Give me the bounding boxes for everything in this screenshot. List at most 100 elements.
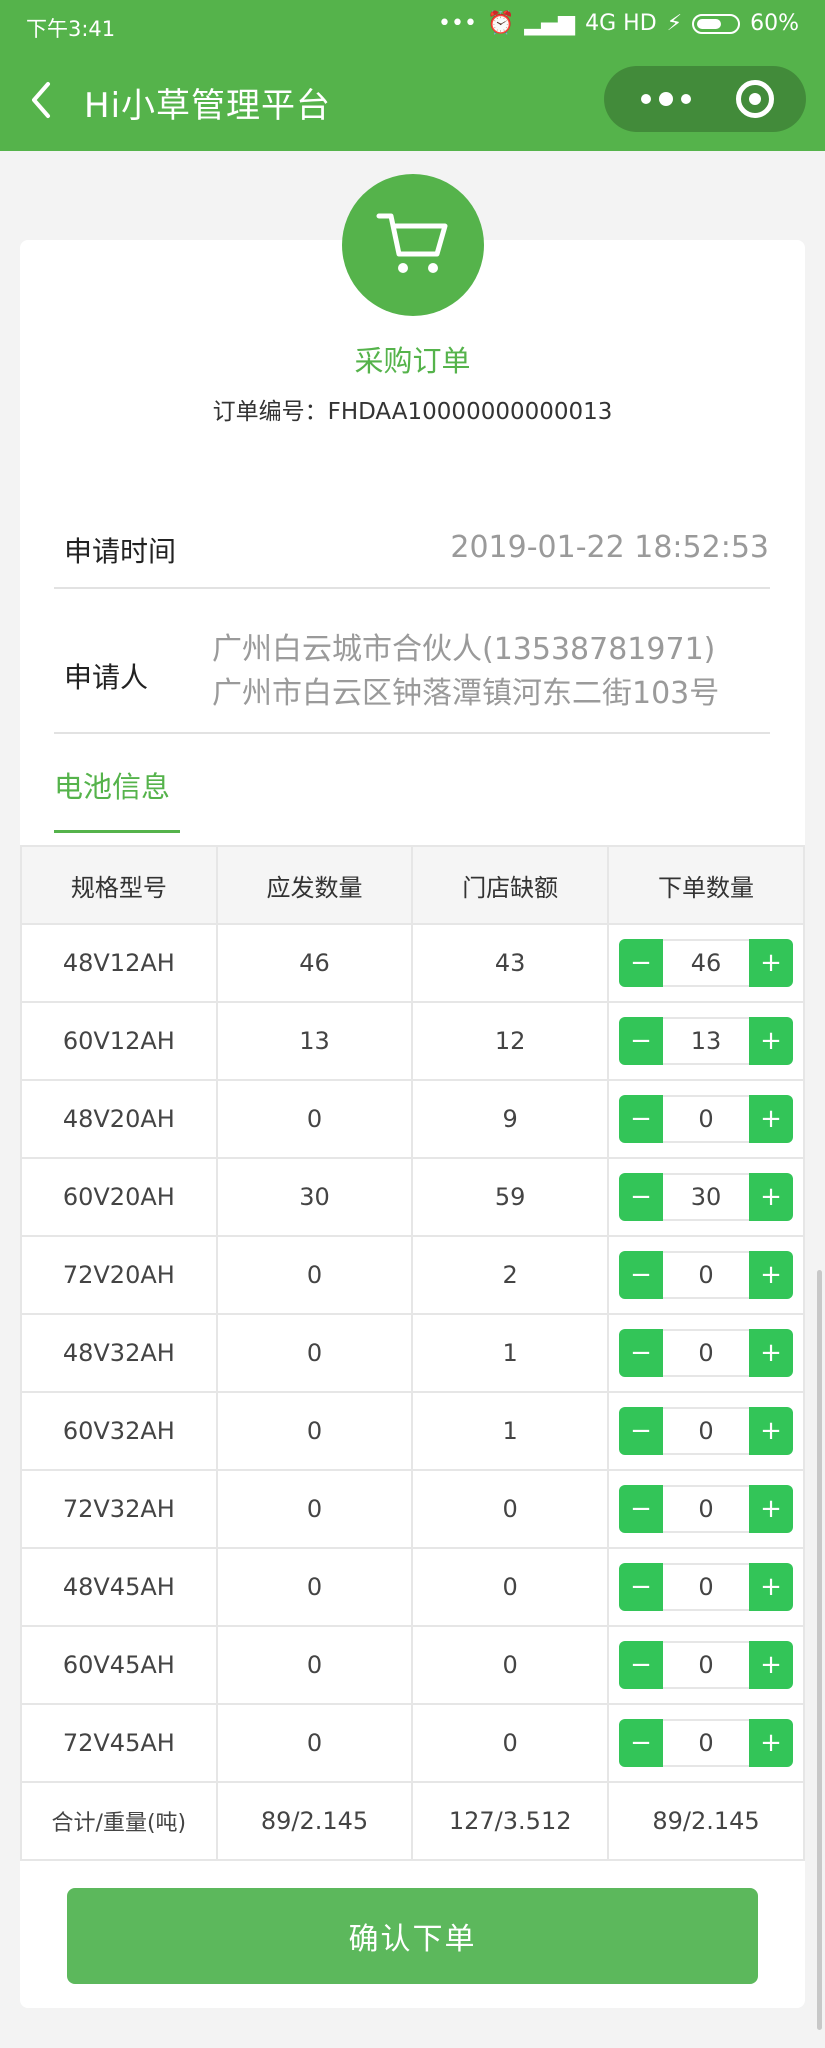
table-row: 60V12AH 13 12−13 + [20,1001,805,1081]
ship-qty-cell: 0 [215,1391,414,1471]
order-title: 采购订单 [354,344,471,378]
decrement-button[interactable]: − [619,1719,664,1767]
order-qty-cell: −0 + [607,1703,805,1783]
quantity-input[interactable]: 0 [663,1407,750,1455]
ship-qty-cell: 46 [215,923,414,1003]
decrement-button[interactable]: − [619,1329,664,1377]
order-qty-cell: −0 + [607,1079,805,1159]
decrement-button[interactable]: − [619,1017,664,1065]
shopping-cart-icon [376,213,448,273]
store-shortage-cell: 0 [411,1469,610,1549]
increment-button[interactable]: + [749,1329,794,1377]
increment-button[interactable]: + [749,1719,794,1767]
store-shortage-cell: 43 [411,923,610,1003]
signal-icon: ▂▄▆ [524,11,576,36]
ship-qty-cell: 0 [215,1625,414,1705]
model-cell: 48V12AH [20,923,218,1003]
decrement-button[interactable]: − [619,1251,664,1299]
increment-button[interactable]: + [749,1173,794,1221]
confirm-order-button[interactable]: 确认下单 [67,1888,758,1984]
ship-qty-cell: 0 [215,1079,414,1159]
decrement-button[interactable]: − [619,939,664,987]
table-total-row: 合计/重量(吨) 89/2.145 127/3.512 89/2.145 [20,1781,805,1861]
status-bar: 下午3:41 ••• ⏰ ▂▄▆ 4G HD ⚡ 60% [0,0,825,50]
ship-qty-cell: 0 [215,1313,414,1393]
increment-button[interactable]: + [749,1017,794,1065]
table-body: 48V12AH 46 43−46 +60V12AH 13 12−13 +48V20AH 0 9−… [20,923,805,1783]
table-row: 48V32AH 0 1−0 + [20,1313,805,1393]
increment-button[interactable]: + [749,1095,794,1143]
close-miniprogram-icon[interactable] [736,80,774,118]
decrement-button[interactable]: − [619,1485,664,1533]
nav-title: Hi小草管理平台 [84,86,332,126]
order-qty-cell: −13 + [607,1001,805,1081]
order-qty-cell: −0 + [607,1625,805,1705]
quantity-input[interactable]: 0 [663,1329,750,1377]
apply-time-value: 2019-01-22 18:52:53 [450,530,769,565]
store-shortage-cell: 1 [411,1313,610,1393]
applicant-name-phone: 广州白云城市合伙人(13538781971) [212,632,716,667]
table-header-row: 规格型号 应发数量 门店缺额 下单数量 [20,845,805,925]
model-cell: 60V32AH [20,1391,218,1471]
increment-button[interactable]: + [749,1641,794,1689]
decrement-button[interactable]: − [619,1095,664,1143]
order-qty-cell: −0 + [607,1235,805,1315]
quantity-input[interactable]: 0 [663,1095,750,1143]
quantity-input[interactable]: 0 [663,1485,750,1533]
increment-button[interactable]: + [749,1485,794,1533]
divider [54,732,770,734]
ship-qty-cell: 0 [215,1703,414,1783]
quantity-input[interactable]: 13 [663,1017,750,1065]
decrement-button[interactable]: − [619,1407,664,1455]
quantity-stepper: −0 + [609,1095,803,1143]
table-row: 60V20AH 30 59−30 + [20,1157,805,1237]
decrement-button[interactable]: − [619,1641,664,1689]
order-qty-cell: −0 + [607,1313,805,1393]
back-arrow-icon[interactable] [28,80,54,120]
model-cell: 48V20AH [20,1079,218,1159]
increment-button[interactable]: + [749,1407,794,1455]
total-ship: 89/2.145 [215,1781,414,1861]
increment-button[interactable]: + [749,939,794,987]
header-ship-qty: 应发数量 [215,845,414,925]
store-shortage-cell: 0 [411,1547,610,1627]
quantity-input[interactable]: 0 [663,1563,750,1611]
quantity-input[interactable]: 0 [663,1719,750,1767]
total-short: 127/3.512 [411,1781,610,1861]
applicant-address: 广州市白云区钟落潭镇河东二街103号 [212,676,720,711]
scrollbar[interactable] [817,1270,822,2030]
total-order: 89/2.145 [607,1781,805,1861]
quantity-stepper: −0 + [609,1407,803,1455]
table-row: 72V45AH 0 0−0 + [20,1703,805,1783]
model-cell: 60V20AH [20,1157,218,1237]
quantity-input[interactable]: 0 [663,1641,750,1689]
quantity-stepper: −13 + [609,1017,803,1065]
quantity-input[interactable]: 30 [663,1173,750,1221]
quantity-input[interactable]: 46 [663,939,750,987]
decrement-button[interactable]: − [619,1563,664,1611]
table-row: 48V20AH 0 9−0 + [20,1079,805,1159]
ship-qty-cell: 0 [215,1235,414,1315]
store-shortage-cell: 9 [411,1079,610,1159]
battery-info-tab[interactable]: 电池信息 [54,764,170,806]
decrement-button[interactable]: − [619,1173,664,1221]
increment-button[interactable]: + [749,1563,794,1611]
status-time: 下午3:41 [26,17,116,41]
table-row: 72V20AH 0 2−0 + [20,1235,805,1315]
quantity-stepper: −0 + [609,1485,803,1533]
model-cell: 72V32AH [20,1469,218,1549]
more-menu-icon[interactable] [634,84,704,114]
order-number: FHDAA10000000000013 [327,399,613,425]
battery-icon [692,13,741,34]
increment-button[interactable]: + [749,1251,794,1299]
quantity-input[interactable]: 0 [663,1251,750,1299]
model-cell: 48V32AH [20,1313,218,1393]
store-shortage-cell: 1 [411,1391,610,1471]
order-number-label: 订单编号： [212,399,328,425]
ship-qty-cell: 0 [215,1469,414,1549]
order-qty-cell: −0 + [607,1469,805,1549]
miniprogram-capsule[interactable] [604,66,806,132]
table-row: 48V45AH 0 0−0 + [20,1547,805,1627]
quantity-stepper: −30 + [609,1173,803,1221]
model-cell: 60V12AH [20,1001,218,1081]
